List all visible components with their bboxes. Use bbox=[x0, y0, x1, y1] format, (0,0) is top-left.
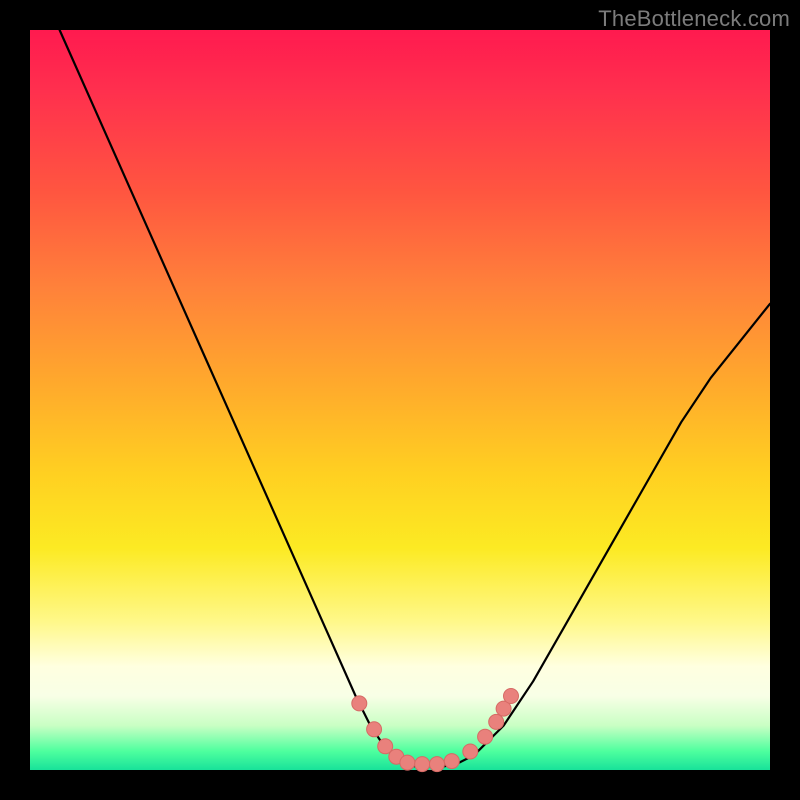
marker-point bbox=[415, 757, 430, 772]
marker-point bbox=[400, 755, 415, 770]
curve-layer bbox=[30, 30, 770, 770]
plot-area bbox=[30, 30, 770, 770]
chart-frame: TheBottleneck.com bbox=[0, 0, 800, 800]
series-left-branch bbox=[60, 30, 400, 763]
marker-point bbox=[489, 714, 504, 729]
marker-point bbox=[352, 696, 367, 711]
marker-point bbox=[367, 722, 382, 737]
marker-point bbox=[504, 689, 519, 704]
curve-paths bbox=[60, 30, 770, 766]
marker-point bbox=[430, 757, 445, 772]
marker-point bbox=[463, 744, 478, 759]
marker-point bbox=[478, 729, 493, 744]
watermark-text: TheBottleneck.com bbox=[598, 6, 790, 32]
curve-markers bbox=[352, 689, 519, 772]
marker-point bbox=[444, 754, 459, 769]
series-right-branch bbox=[474, 304, 770, 755]
